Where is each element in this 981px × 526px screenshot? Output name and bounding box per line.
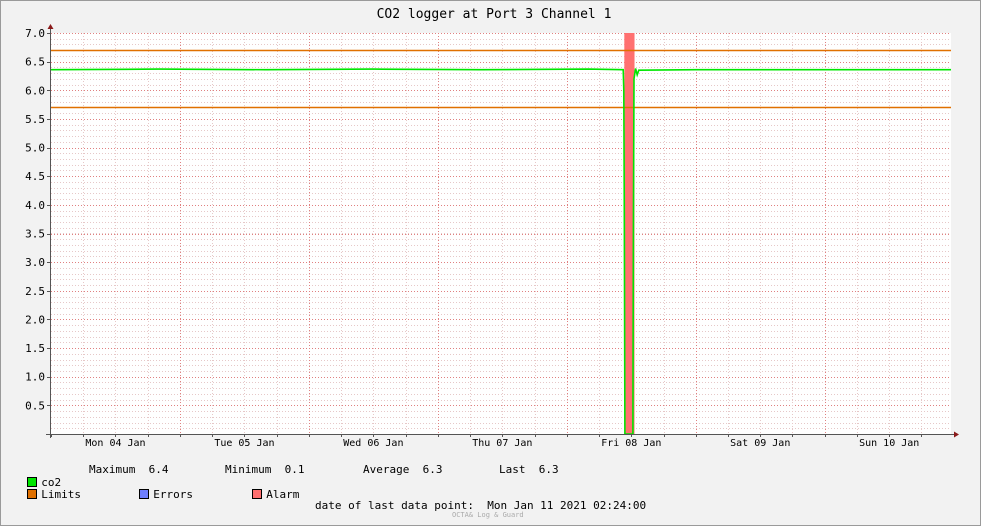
stat-last: Last 6.3 bbox=[499, 463, 559, 476]
watermark: OCTA& Log & Guard bbox=[452, 511, 524, 519]
y-axis-arrow bbox=[47, 24, 54, 29]
last-point-label: date of last data point: bbox=[315, 499, 474, 512]
last-value: 6.3 bbox=[538, 463, 559, 476]
chart-canvas: CO2 logger at Port 3 Channel 1 0.5 1.0 1.5… bbox=[25, 7, 959, 449]
legend-limits-label: Limits bbox=[41, 488, 81, 501]
y-tick-label: 5.5 bbox=[25, 113, 45, 126]
avg-value: 6.3 bbox=[422, 463, 443, 476]
x-tick-label: Wed 06 Jan bbox=[343, 438, 403, 449]
y-tick-label: 3.5 bbox=[25, 228, 45, 241]
y-tick-label: 6.5 bbox=[25, 56, 45, 69]
y-tick-label: 4.0 bbox=[25, 199, 45, 212]
x-tick-label: Fri 08 Jan bbox=[601, 438, 661, 449]
x-tick-label: Thu 07 Jan bbox=[472, 438, 532, 449]
x-tick-label: Mon 04 Jan bbox=[85, 438, 145, 449]
y-tick-label: 3.0 bbox=[25, 256, 45, 269]
x-tick-labels: Mon 04 Jan Tue 05 Jan Wed 06 Jan Thu 07 Jan… bbox=[51, 434, 922, 449]
limits-swatch bbox=[27, 489, 38, 499]
legend-alarm-label: Alarm bbox=[266, 488, 300, 501]
alarm-swatch bbox=[252, 489, 263, 499]
y-tick-label: 6.0 bbox=[25, 84, 45, 97]
x-tick-label: Tue 05 Jan bbox=[214, 438, 274, 449]
legend-errors: Errors bbox=[126, 475, 193, 501]
x-tick-label: Sat 09 Jan bbox=[730, 438, 790, 449]
legend-limits: Limits bbox=[14, 475, 81, 501]
y-tick-label: 0.5 bbox=[25, 399, 45, 412]
x-tick-label: Sun 10 Jan bbox=[859, 438, 919, 449]
y-tick-label: 1.0 bbox=[25, 371, 45, 384]
y-tick-label: 2.0 bbox=[25, 313, 45, 326]
legend-alarm: Alarm bbox=[239, 475, 299, 501]
y-tick-label: 5.0 bbox=[25, 142, 45, 155]
last-label: Last bbox=[499, 463, 526, 476]
avg-label: Average bbox=[363, 463, 410, 476]
y-tick-label: 7.0 bbox=[25, 27, 45, 40]
legend-errors-label: Errors bbox=[153, 488, 193, 501]
y-tick-label: 2.5 bbox=[25, 285, 45, 298]
chart-title: CO2 logger at Port 3 Channel 1 bbox=[377, 7, 612, 22]
x-axis-arrow bbox=[954, 431, 959, 438]
y-tick-label: 4.5 bbox=[25, 170, 45, 183]
errors-swatch bbox=[139, 489, 150, 499]
stat-average: Average 6.3 bbox=[363, 463, 442, 476]
y-tick-labels: 0.5 1.0 1.5 2.0 2.5 3.0 3.5 4.0 4.5 5.0 5.5 6.0 6.5 7… bbox=[25, 27, 51, 412]
y-tick-label: 1.5 bbox=[25, 342, 45, 355]
